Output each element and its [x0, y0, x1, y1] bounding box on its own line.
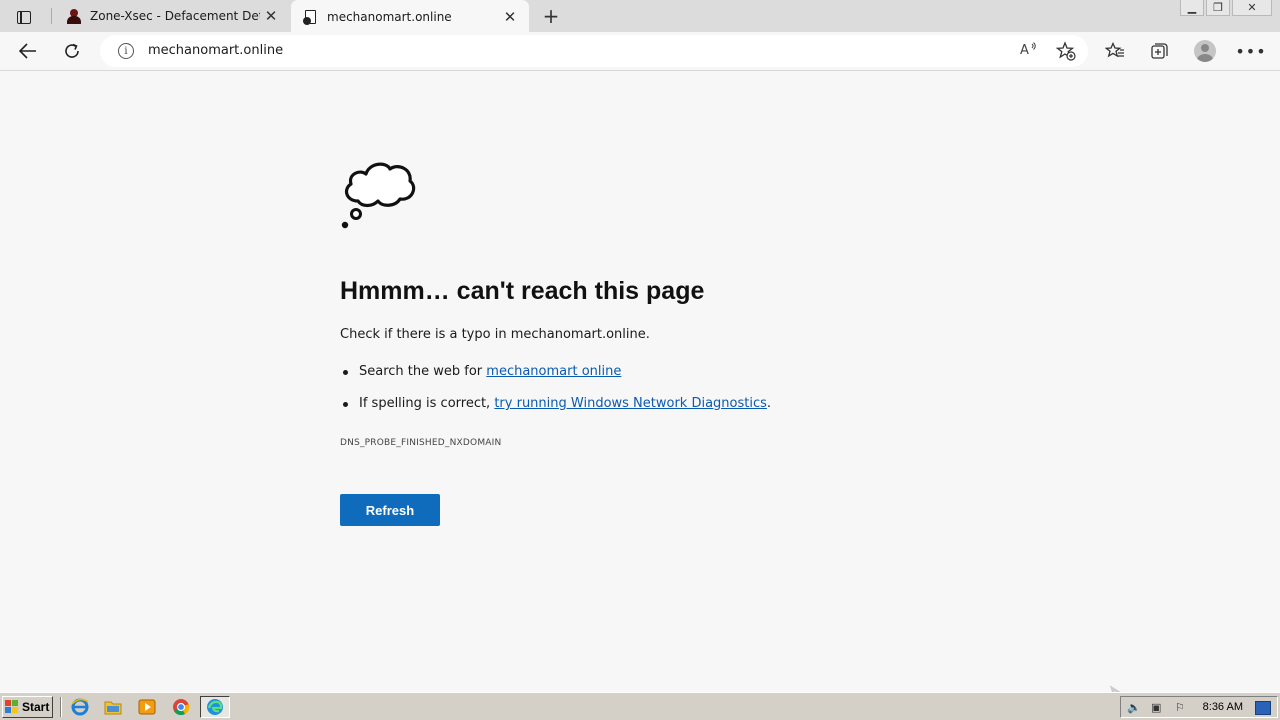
more-options-icon: ••• [1235, 41, 1267, 61]
media-player-icon[interactable] [138, 698, 156, 716]
tab-actions-button[interactable] [10, 6, 38, 28]
settings-menu-button[interactable]: ••• [1235, 38, 1267, 64]
list-item: If spelling is correct, try running Wind… [340, 393, 771, 425]
edge-icon [207, 699, 223, 715]
close-window-icon[interactable]: ✕ [1232, 0, 1272, 16]
tab-actions-icon [17, 10, 31, 24]
taskbar-edge-button[interactable] [200, 696, 230, 718]
error-description: Check if there is a typo in mechanomart.… [340, 327, 650, 342]
favorites-icon [1105, 42, 1124, 58]
close-tab-icon[interactable]: ✕ [499, 6, 521, 28]
tab-mechanomart[interactable]: mechanomart.online ✕ [291, 0, 529, 33]
new-tab-button[interactable]: + [538, 4, 564, 28]
favorites-button[interactable] [1102, 38, 1128, 64]
error-title: Hmmm… can't reach this page [340, 277, 705, 305]
read-aloud-icon[interactable]: A [1020, 41, 1038, 61]
volume-icon[interactable]: 🔈 [1127, 701, 1141, 715]
url-text[interactable]: mechanomart.online [148, 43, 283, 58]
network-diagnostics-link[interactable]: try running Windows Network Diagnostics [494, 396, 767, 411]
error-page: Hmmm… can't reach this page Check if the… [0, 72, 1280, 720]
collections-icon [1151, 43, 1168, 59]
hacker-favicon-icon [66, 8, 82, 24]
network-icon[interactable]: ▣ [1151, 701, 1165, 715]
tab-title: mechanomart.online [327, 9, 452, 24]
refresh-button[interactable]: Refresh [340, 494, 440, 526]
tab-strip: Zone-Xsec - Defacement Detail ✕ mechanom… [0, 0, 1280, 33]
error-code: DNS_PROBE_FINISHED_NXDOMAIN [340, 438, 502, 448]
thought-bubble-icon [341, 162, 416, 229]
address-bar[interactable]: i mechanomart.online A [100, 35, 1088, 67]
system-tray: 🔈 ▣ ⚐ 8:36 AM [1120, 696, 1278, 718]
site-info-icon[interactable]: i [118, 43, 134, 59]
start-label: Start [22, 700, 50, 714]
search-web-link[interactable]: mechanomart online [486, 364, 621, 379]
reload-icon [65, 43, 79, 58]
suggestion-prefix: Search the web for [359, 364, 487, 379]
file-explorer-icon[interactable] [104, 698, 122, 716]
svg-text:A: A [1020, 43, 1029, 57]
show-desktop-icon[interactable] [1255, 701, 1271, 715]
windows-logo-icon [5, 700, 19, 714]
suggestion-list: Search the web for mechanomart online If… [340, 361, 771, 425]
clock[interactable]: 8:36 AM [1203, 701, 1243, 713]
back-arrow-icon [19, 43, 36, 59]
reload-button[interactable] [58, 38, 86, 64]
chrome-icon[interactable] [172, 698, 190, 716]
page-error-favicon-icon [303, 9, 319, 25]
collections-button[interactable] [1147, 38, 1173, 64]
tab-zone-xsec[interactable]: Zone-Xsec - Defacement Detail ✕ [54, 0, 290, 32]
list-item: Search the web for mechanomart online [340, 361, 771, 393]
tab-separator [51, 8, 52, 24]
browser-toolbar: i mechanomart.online A ••• [0, 32, 1280, 71]
taskbar-divider [60, 697, 62, 717]
suggestion-prefix: If spelling is correct, [359, 396, 495, 411]
window-controls: ▁ ❐ ✕ [1178, 0, 1272, 18]
action-center-flag-icon[interactable]: ⚐ [1175, 701, 1189, 715]
close-tab-icon[interactable]: ✕ [260, 5, 282, 27]
internet-explorer-icon[interactable] [71, 698, 89, 716]
add-favorite-icon[interactable] [1055, 41, 1076, 66]
minimize-icon[interactable]: ▁ [1180, 0, 1204, 16]
taskbar: Start 🔈 ▣ ⚐ 8:36 AM [0, 692, 1280, 720]
tab-title: Zone-Xsec - Defacement Detail [90, 9, 260, 23]
suggestion-suffix: . [766, 396, 772, 411]
back-button[interactable] [14, 38, 42, 64]
avatar [1194, 40, 1216, 62]
restore-icon[interactable]: ❐ [1206, 0, 1230, 16]
profile-button[interactable] [1192, 38, 1218, 64]
start-button[interactable]: Start [2, 696, 53, 718]
